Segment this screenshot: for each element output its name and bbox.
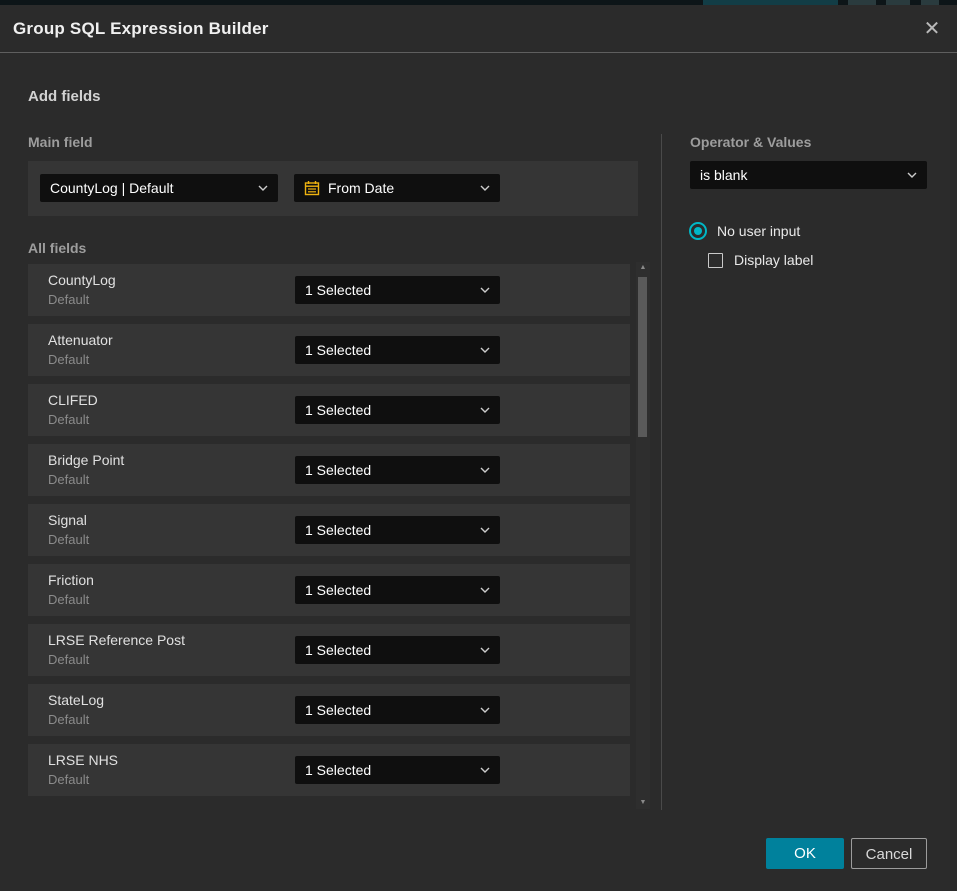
chevron-down-icon xyxy=(480,527,490,533)
field-name: StateLog xyxy=(48,692,104,708)
scroll-down-icon[interactable]: ▼ xyxy=(636,797,650,809)
selected-count-label: 1 Selected xyxy=(305,282,371,298)
field-selected-dropdown[interactable]: 1 Selected xyxy=(295,276,500,304)
field-selected-dropdown[interactable]: 1 Selected xyxy=(295,516,500,544)
selected-count-label: 1 Selected xyxy=(305,522,371,538)
selected-count-label: 1 Selected xyxy=(305,642,371,658)
display-label-label: Display label xyxy=(734,252,813,268)
selected-count-label: 1 Selected xyxy=(305,702,371,718)
operator-values-heading: Operator & Values xyxy=(690,134,811,150)
operator-dropdown-value: is blank xyxy=(700,167,747,183)
field-list-row: Bridge Point Default 1 Selected xyxy=(28,444,630,496)
field-list-row: StateLog Default 1 Selected xyxy=(28,684,630,736)
field-name: CLIFED xyxy=(48,392,98,408)
field-name: LRSE NHS xyxy=(48,752,118,768)
chevron-down-icon xyxy=(480,287,490,293)
field-subtitle: Default xyxy=(48,472,89,487)
add-fields-heading: Add fields xyxy=(28,88,101,105)
dialog-title: Group SQL Expression Builder xyxy=(13,19,269,39)
field-list-row: CountyLog Default 1 Selected xyxy=(28,264,630,316)
field-subtitle: Default xyxy=(48,652,89,667)
field-list-row: LRSE NHS Default 1 Selected xyxy=(28,744,630,796)
operator-dropdown[interactable]: is blank xyxy=(690,161,927,189)
field-subtitle: Default xyxy=(48,292,89,307)
close-icon[interactable]: ✕ xyxy=(920,17,944,41)
chevron-down-icon xyxy=(258,185,268,191)
selected-count-label: 1 Selected xyxy=(305,342,371,358)
selected-count-label: 1 Selected xyxy=(305,582,371,598)
main-field-label: Main field xyxy=(28,134,93,150)
chevron-down-icon xyxy=(907,172,917,178)
checkbox-unchecked-icon[interactable] xyxy=(708,253,723,268)
field-subtitle: Default xyxy=(48,592,89,607)
field-subtitle: Default xyxy=(48,772,89,787)
chevron-down-icon xyxy=(480,185,490,191)
chevron-down-icon xyxy=(480,767,490,773)
field-selected-dropdown[interactable]: 1 Selected xyxy=(295,576,500,604)
field-name: LRSE Reference Post xyxy=(48,632,185,648)
field-list-row: CLIFED Default 1 Selected xyxy=(28,384,630,436)
field-name: Friction xyxy=(48,572,94,588)
main-field-panel: CountyLog | Default From Date xyxy=(28,161,638,216)
field-subtitle: Default xyxy=(48,412,89,427)
field-subtitle: Default xyxy=(48,712,89,727)
field-name: Attenuator xyxy=(48,332,113,348)
chevron-down-icon xyxy=(480,407,490,413)
field-subtitle: Default xyxy=(48,352,89,367)
field-list-row: Attenuator Default 1 Selected xyxy=(28,324,630,376)
field-selected-dropdown[interactable]: 1 Selected xyxy=(295,756,500,784)
field-selected-dropdown[interactable]: 1 Selected xyxy=(295,636,500,664)
chevron-down-icon xyxy=(480,707,490,713)
selected-count-label: 1 Selected xyxy=(305,462,371,478)
field-selected-dropdown[interactable]: 1 Selected xyxy=(295,696,500,724)
field-selected-dropdown[interactable]: 1 Selected xyxy=(295,336,500,364)
scrollbar-thumb[interactable] xyxy=(638,277,647,437)
field-name: Bridge Point xyxy=(48,452,124,468)
chevron-down-icon xyxy=(480,347,490,353)
field-dropdown[interactable]: From Date xyxy=(294,174,500,202)
field-name: Signal xyxy=(48,512,87,528)
chevron-down-icon xyxy=(480,467,490,473)
chevron-down-icon xyxy=(480,647,490,653)
layer-dropdown[interactable]: CountyLog | Default xyxy=(40,174,278,202)
field-dropdown-value: From Date xyxy=(328,180,394,196)
calendar-icon xyxy=(304,180,320,196)
scroll-up-icon[interactable]: ▲ xyxy=(636,262,650,274)
group-sql-expression-builder-dialog: Group SQL Expression Builder ✕ Add field… xyxy=(0,5,957,891)
ok-button[interactable]: OK xyxy=(766,838,844,869)
dialog-header: Group SQL Expression Builder ✕ xyxy=(0,5,957,53)
field-list-row: Friction Default 1 Selected xyxy=(28,564,630,616)
field-list-row: Signal Default 1 Selected xyxy=(28,504,630,556)
radio-selected-icon xyxy=(689,222,707,240)
selected-count-label: 1 Selected xyxy=(305,402,371,418)
no-user-input-radio[interactable]: No user input xyxy=(689,222,800,240)
all-fields-label: All fields xyxy=(28,240,86,256)
field-name: CountyLog xyxy=(48,272,116,288)
field-selected-dropdown[interactable]: 1 Selected xyxy=(295,456,500,484)
list-scrollbar[interactable]: ▲ ▼ xyxy=(636,262,650,809)
field-list-row: LRSE Reference Post Default 1 Selected xyxy=(28,624,630,676)
no-user-input-label: No user input xyxy=(717,223,800,239)
field-subtitle: Default xyxy=(48,532,89,547)
chevron-down-icon xyxy=(480,587,490,593)
cancel-button[interactable]: Cancel xyxy=(851,838,927,869)
field-selected-dropdown[interactable]: 1 Selected xyxy=(295,396,500,424)
layer-dropdown-value: CountyLog | Default xyxy=(50,180,174,196)
all-fields-list: CountyLog Default 1 Selected Attenuator … xyxy=(28,264,630,804)
selected-count-label: 1 Selected xyxy=(305,762,371,778)
vertical-divider xyxy=(661,134,662,810)
display-label-checkbox-row[interactable]: Display label xyxy=(708,252,813,268)
